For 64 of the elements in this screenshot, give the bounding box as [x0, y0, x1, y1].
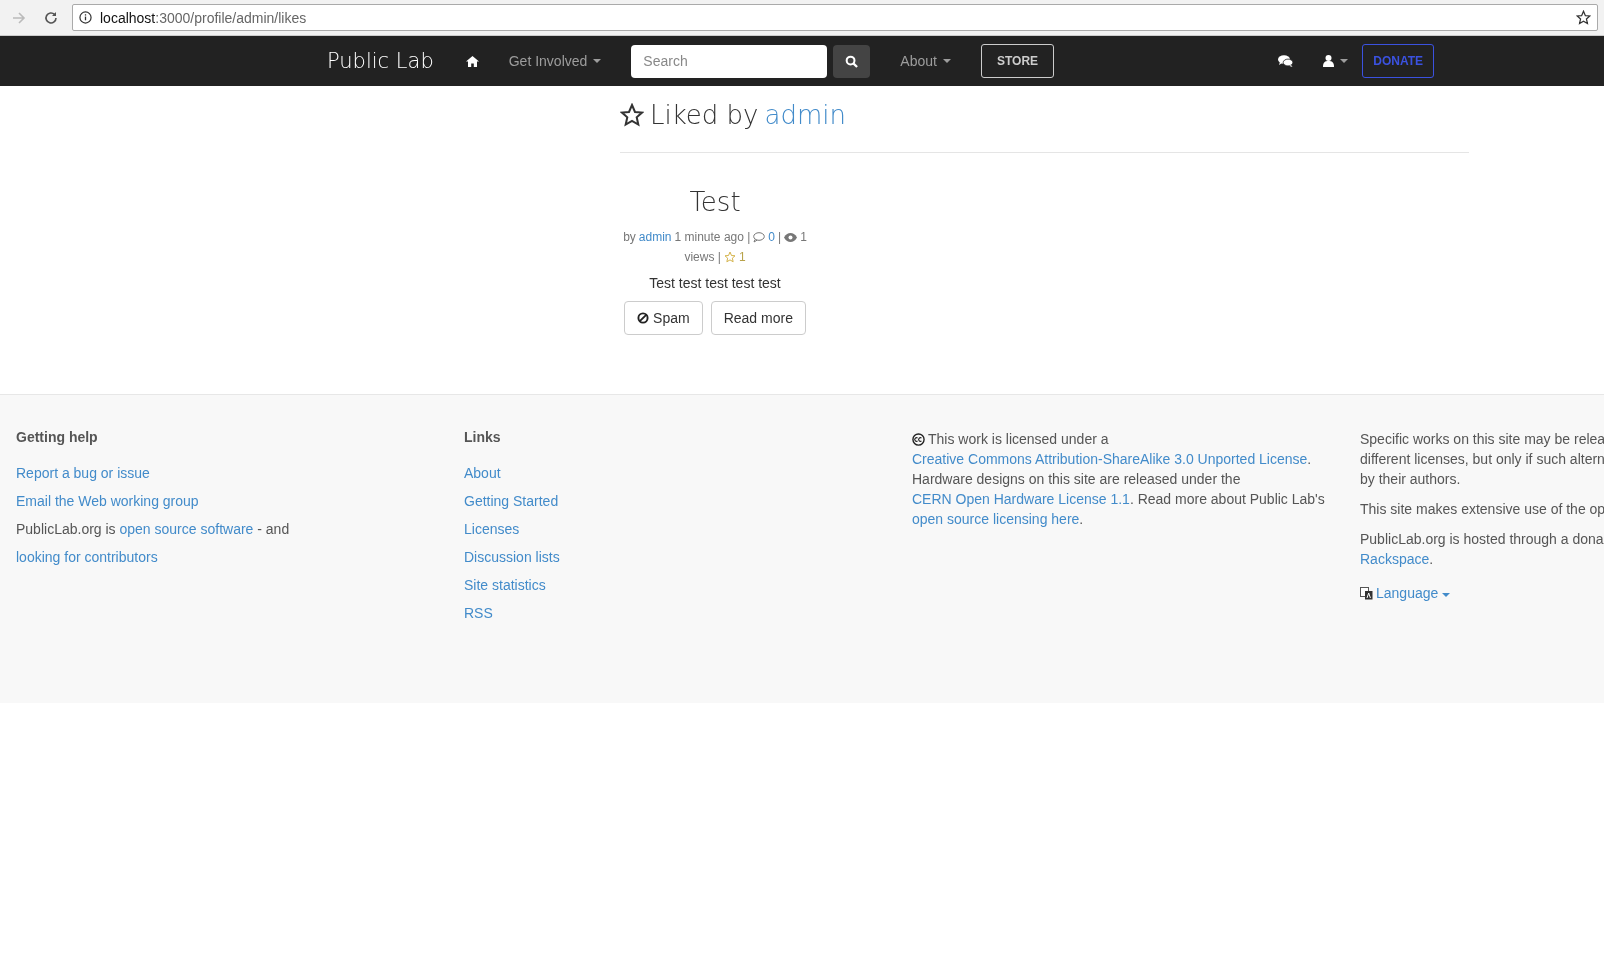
site-brand[interactable]: Public Lab [327, 49, 434, 73]
post-body: Test test test test test [649, 275, 781, 291]
footer-link[interactable]: Email the Web working group [16, 493, 199, 509]
page-heading: Liked by [650, 100, 759, 130]
ban-icon [637, 312, 650, 324]
search-button[interactable] [833, 44, 871, 78]
search-field[interactable]: Search [631, 44, 828, 78]
read-more-button[interactable]: Read more [710, 301, 806, 335]
footer-link[interactable]: Creative Commons Attribution-ShareAlike 3.0 Unported License [912, 451, 1308, 467]
chat-icon[interactable] [1278, 55, 1294, 67]
store-button[interactable]: STORE [980, 44, 1055, 78]
donate-button[interactable]: DONATE [1362, 44, 1434, 78]
nav-dropdown[interactable]: About [900, 53, 951, 69]
footer-link[interactable]: About [464, 465, 501, 481]
star-icon [723, 251, 736, 263]
footer-link[interactable]: RSS [464, 605, 493, 621]
post-title[interactable]: Test [689, 187, 741, 217]
footer-text: by their authors. [1360, 470, 1462, 489]
user-menu[interactable] [1323, 55, 1349, 67]
home-icon[interactable] [465, 55, 479, 67]
meta-text: by [623, 229, 636, 246]
footer-link[interactable]: Getting Started [464, 493, 559, 509]
footer-link[interactable]: open source licensing here [912, 511, 1080, 527]
translate-icon [1360, 586, 1373, 600]
nav-dropdown[interactable]: Get Involved [508, 53, 602, 69]
caret-icon [593, 58, 602, 64]
caret-icon [1340, 58, 1349, 64]
footer-text: different licenses, but only if such altern [1360, 450, 1604, 469]
meta-text: 1 minute ago | [674, 229, 751, 246]
footer-link[interactable]: Site statistics [464, 577, 546, 593]
meta-text: | [778, 229, 782, 246]
url-text: localhost:3000/profile/admin/likes [100, 9, 307, 26]
star-icon [620, 103, 644, 127]
user-link[interactable]: admin [764, 100, 846, 130]
language-dropdown[interactable]: Language [1376, 579, 1451, 607]
meta-text: 1 [800, 229, 807, 246]
meta-text: views | [684, 249, 721, 266]
spam-button[interactable]: Spam [624, 301, 703, 335]
like-count: 1 [738, 249, 746, 266]
caret-icon [1442, 593, 1451, 598]
bookmark-star-icon[interactable] [1576, 10, 1591, 25]
meta-link[interactable]: admin [638, 227, 672, 247]
footer-link[interactable]: Rackspace [1360, 551, 1430, 567]
search-icon [845, 54, 859, 68]
eye-icon [784, 232, 798, 242]
footer-link[interactable]: Report a bug or issue [16, 465, 150, 481]
footer-text: PublicLab.org is hosted through a dona Rackspace. [1360, 530, 1604, 569]
comment-icon [753, 231, 766, 243]
footer-link[interactable]: Discussion lists [464, 549, 560, 565]
footer-link[interactable]: open source software [119, 521, 254, 537]
info-icon[interactable] [79, 11, 92, 24]
footer-heading: Getting help [16, 429, 98, 445]
meta-link[interactable]: 0 [768, 227, 776, 247]
creative-commons-icon [912, 433, 925, 446]
footer-link[interactable]: CERN Open Hardware License 1.1 [912, 491, 1130, 507]
address-bar[interactable]: localhost:3000/profile/admin/likes [72, 4, 1598, 31]
footer-text: This site makes extensive use of the op [1360, 500, 1604, 519]
footer-link[interactable]: Licenses [464, 521, 520, 537]
footer-link[interactable]: looking for contributors [16, 549, 158, 565]
caret-icon [942, 58, 951, 64]
footer-text: PublicLab.org is open source software - and looking for contributors [16, 520, 291, 567]
footer-heading: Links [464, 429, 501, 445]
license-text: This work is licensed under a Creative Commons Attribution-ShareAlike 3.0 Unported License. Hardware designs on this site are released under the CERN Open Hardware License 1.1. Read more about Public Lab's open source licensing here. [912, 430, 1326, 529]
reload-icon[interactable] [44, 10, 58, 25]
